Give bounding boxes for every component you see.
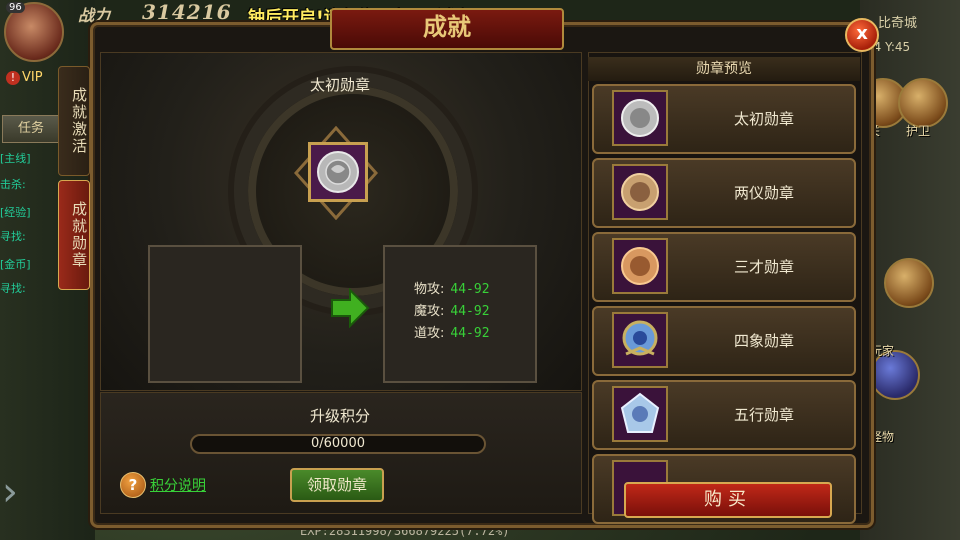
level-badge: 96 bbox=[6, 2, 25, 13]
jewel-medal-icon bbox=[612, 312, 668, 368]
progress-text: 0/60000 bbox=[310, 436, 365, 451]
vip-label: VIP bbox=[22, 70, 43, 85]
current-medal-name: 太初勋章 bbox=[309, 76, 370, 94]
stat-row: 魔攻: 44-92 bbox=[414, 304, 490, 319]
copper-medal-icon bbox=[612, 238, 668, 294]
crystal-medal-icon bbox=[612, 386, 668, 442]
quest-line[interactable]: 寻找: bbox=[0, 228, 62, 244]
upgrade-arrow-icon bbox=[331, 288, 370, 328]
expand-arrow-icon[interactable]: › bbox=[2, 460, 38, 524]
task-tab[interactable]: 任务 bbox=[2, 115, 60, 143]
medal-preview-item[interactable]: 五行勋章 bbox=[592, 380, 856, 450]
medal-preview-header: 勋章预览 bbox=[588, 57, 860, 81]
location-name: 比奇城 bbox=[878, 16, 918, 31]
quest-line[interactable]: 击杀: bbox=[0, 176, 62, 192]
quest-line[interactable]: [经验] bbox=[0, 204, 62, 220]
close-button[interactable]: x bbox=[845, 18, 879, 52]
alert-icon: ! bbox=[6, 71, 20, 85]
points-progress-bar: 0/60000 bbox=[190, 434, 486, 454]
right-button-label: 护卫 bbox=[906, 124, 931, 138]
bronze-medal-icon bbox=[612, 164, 668, 220]
upgrade-title: 升级积分 bbox=[309, 407, 370, 425]
medal-preview-item[interactable]: 四象勋章 bbox=[592, 306, 856, 376]
vip-badge[interactable]: ! VIP bbox=[6, 70, 43, 85]
help-icon[interactable]: ? bbox=[120, 472, 146, 498]
claim-medal-button[interactable]: 领取勋章 bbox=[290, 468, 384, 502]
power-value: 314216 bbox=[142, 0, 232, 24]
buy-button[interactable]: 购买 bbox=[624, 482, 832, 518]
tab-achievement-activate[interactable]: 成就激活 bbox=[58, 66, 90, 176]
stat-row: 物攻: 44-92 bbox=[414, 282, 490, 297]
quest-line[interactable]: 寻找: bbox=[0, 280, 62, 296]
quest-line[interactable]: [金币] bbox=[0, 256, 62, 272]
medal-preview-item[interactable]: 两仪勋章 bbox=[592, 158, 856, 228]
guard-icon[interactable] bbox=[898, 78, 948, 128]
skill-icon[interactable] bbox=[884, 258, 934, 308]
medal-preview-item[interactable]: 三才勋章 bbox=[592, 232, 856, 302]
quest-line[interactable]: [主线] bbox=[0, 150, 62, 166]
stat-row: 道攻: 44-92 bbox=[414, 326, 490, 341]
silver-medal-icon bbox=[317, 151, 359, 193]
window-title: 成就 bbox=[330, 8, 564, 50]
points-help-link[interactable]: 积分说明 bbox=[150, 475, 206, 495]
current-medal-slot[interactable] bbox=[308, 142, 368, 202]
tab-achievement-medal[interactable]: 成就勋章 bbox=[58, 180, 90, 290]
current-level-slot bbox=[148, 245, 302, 383]
medal-preview-item[interactable]: 太初勋章 bbox=[592, 84, 856, 154]
silver-medal-icon bbox=[612, 90, 668, 146]
